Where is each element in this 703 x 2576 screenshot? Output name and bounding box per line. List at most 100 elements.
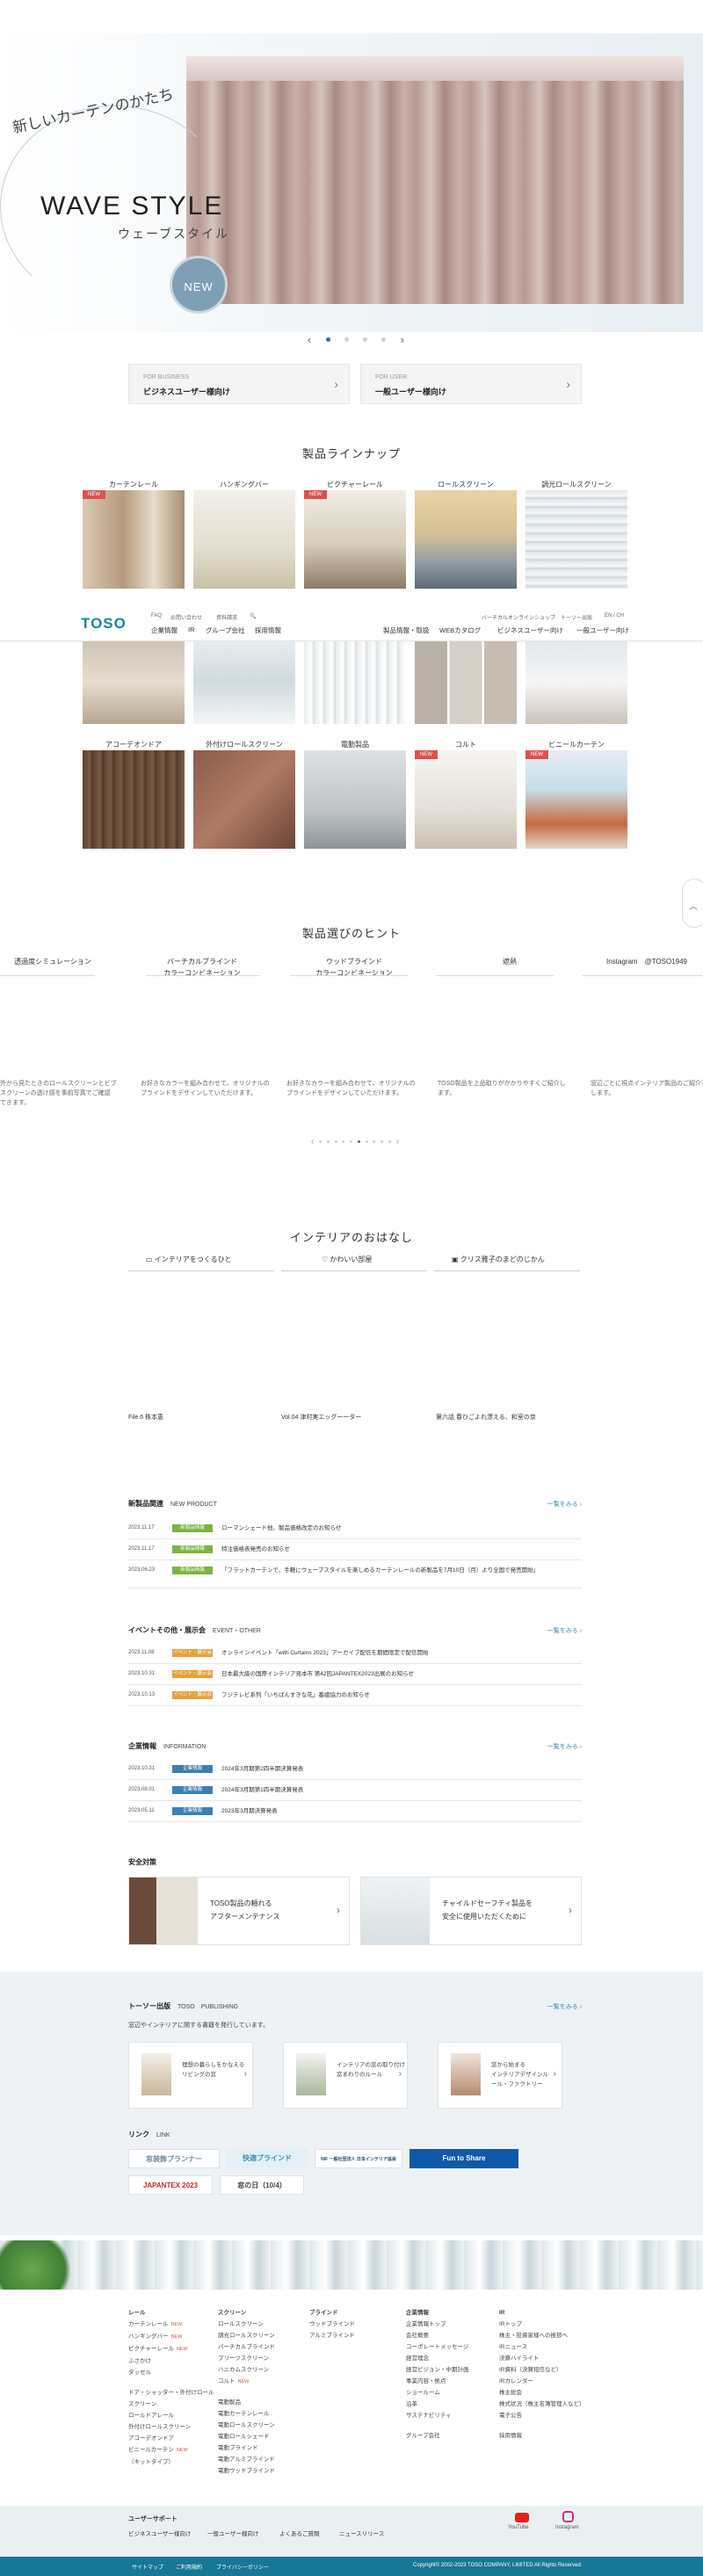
product-card[interactable]	[304, 633, 406, 752]
footer-link[interactable]: サステナビリティ	[406, 2410, 503, 2421]
instagram-label[interactable]: Instagram	[555, 2525, 579, 2530]
slider-dot[interactable]	[325, 336, 330, 342]
link-banner[interactable]: 窓装飾プランナー	[128, 2149, 220, 2168]
footer-link[interactable]: グループ会社	[406, 2430, 503, 2442]
link-banner[interactable]: JAPANTEX 2023	[128, 2175, 213, 2195]
product-card[interactable]	[193, 633, 295, 752]
product-card[interactable]: カーテンレール NEW	[83, 480, 185, 599]
pager-dot[interactable]	[342, 1140, 345, 1143]
footer-link[interactable]: ドア・シャッター・外付けロール	[128, 2387, 216, 2399]
footer-link[interactable]: 決算ハイライト	[499, 2353, 596, 2364]
footer-link[interactable]: ロールドアレール	[128, 2410, 216, 2421]
footer-link[interactable]: （キットタイプ）	[128, 2457, 216, 2468]
bottom-link[interactable]: 一般ユーザー様向け	[207, 2529, 258, 2537]
hint-link[interactable]: Instagram @TOSO1949	[606, 956, 703, 967]
product-card[interactable]	[525, 633, 627, 752]
search-icon[interactable]: 🔍	[250, 613, 256, 619]
news-row[interactable]: 2023.08.01 企業情報 2024年3月期第1四半期決算発表	[128, 1782, 582, 1801]
product-card[interactable]: 外付けロールスクリーン	[193, 740, 295, 859]
child-safety-card[interactable]: チャイルドセーフティ製品を 安全に使用いただくために ›	[360, 1877, 582, 1945]
footer-link[interactable]: 電動ブラインド	[218, 2442, 306, 2454]
news-row[interactable]: 2023.11.08 イベント・展示会 オンラインイベント「with Curta…	[128, 1645, 582, 1664]
footer-link[interactable]: 電動ロールスクリーン	[218, 2420, 306, 2431]
footer-column-heading[interactable]: ブラインド	[309, 2307, 397, 2319]
after-maintenance-card[interactable]: TOSO製品の頼れる アフターメンテナンス ›	[128, 1877, 350, 1945]
chevron-left-icon[interactable]: ‹	[311, 1137, 314, 1147]
footer-link[interactable]: 企業情報トップ	[406, 2319, 503, 2330]
news-row[interactable]: 2023.11.17 新製品情報 ローマンシェード他、製品価格改定のお知らせ	[128, 1520, 582, 1539]
nav-shop-link[interactable]: バーチカルオンラインショップ	[482, 613, 555, 621]
footer-link[interactable]: 株主・投資家様への挨拶へ	[499, 2330, 596, 2341]
story-link[interactable]: Vol.04 津村実エッグー一ター	[281, 1413, 361, 1422]
footer-link[interactable]: アコーデオンドア	[128, 2433, 216, 2444]
youtube-label[interactable]: YouTube	[508, 2525, 529, 2530]
footer-link[interactable]: バーチカルブラインド	[218, 2341, 306, 2353]
footer-link[interactable]: 採用情報	[499, 2430, 596, 2442]
pager-dot[interactable]	[326, 1140, 330, 1143]
more-link[interactable]: 一覧をみる ›	[547, 1742, 582, 1751]
footer-column-heading[interactable]: スクリーン	[218, 2307, 306, 2319]
footer-link[interactable]: IRカレンダー	[499, 2376, 596, 2387]
footer-link[interactable]: スクリーン	[128, 2399, 216, 2410]
footer-column-heading[interactable]: レール	[128, 2307, 216, 2319]
book-card[interactable]: 理想の暮らしをかなえる リビングの窓 ›	[128, 2042, 253, 2109]
footer-link[interactable]: 調光ロールスクリーン	[218, 2330, 306, 2341]
more-link[interactable]: 一覧をみる ›	[547, 2002, 582, 2011]
chevron-right-icon[interactable]: ›	[396, 1137, 399, 1147]
nav-faq-link[interactable]: FAQ	[151, 613, 162, 619]
product-card[interactable]	[415, 633, 517, 752]
footer-link[interactable]: ふさかけ	[128, 2355, 216, 2367]
slider-prev-icon[interactable]: ‹	[308, 333, 311, 346]
footer-link[interactable]: IRトップ	[499, 2319, 596, 2330]
footer-link[interactable]: 事業内容・拠点	[406, 2376, 503, 2387]
news-row[interactable]: 2023.10.13 イベント・展示会 フジテレビ系列「いちばんすきな花」番組協…	[128, 1687, 582, 1706]
product-card[interactable]: コルト NEW	[415, 740, 517, 859]
news-row[interactable]: 2023.10.31 企業情報 2024年3月期第2四半期決算発表	[128, 1761, 582, 1780]
pager-dot[interactable]	[365, 1140, 368, 1143]
footer-link[interactable]: 電子公告	[499, 2410, 596, 2421]
tab-cute-room[interactable]: ♡ かわいい部屋	[322, 1255, 372, 1264]
pager-dot[interactable]	[388, 1140, 391, 1143]
hint-link[interactable]: 透過度シミュレーション	[0, 956, 105, 967]
footer-link[interactable]: 電動ウッドブラインド	[218, 2465, 306, 2477]
book-card[interactable]: インテリアの窓の取り付け 窓まわりのルール ›	[283, 2042, 408, 2109]
footer-link[interactable]: ビニールカーテン NEW	[128, 2444, 216, 2457]
footer-link[interactable]: 株式状況（株主名簿管理人など）	[499, 2399, 596, 2410]
footer-link[interactable]: ピクチャーレール NEW	[128, 2343, 216, 2355]
footer-link[interactable]: カーテンレール NEW	[128, 2319, 216, 2331]
footer-link[interactable]: コーポレートメッセージ	[406, 2341, 503, 2353]
footer-link[interactable]: 株主総会	[499, 2387, 596, 2399]
pager-dot[interactable]	[373, 1140, 376, 1143]
product-card[interactable]: 電動製品	[304, 740, 406, 859]
news-row[interactable]: 2023.10.31 イベント・展示会 日本最大級の国際インテリア見本市 第42…	[128, 1666, 582, 1685]
pager-dot[interactable]	[350, 1140, 353, 1143]
nav-publishing-link[interactable]: トーソー出版	[561, 613, 592, 621]
footer-link[interactable]: ショールーム	[406, 2387, 503, 2399]
sitemap-link[interactable]: サイトマップ	[132, 2563, 163, 2571]
business-user-button[interactable]: FOR BUSINESS ビジネスユーザー様向け ›	[128, 364, 350, 404]
slider-next-icon[interactable]: ›	[401, 333, 404, 346]
link-banner[interactable]: 窓の日（10/4）	[220, 2175, 304, 2195]
slider-dot[interactable]	[381, 336, 387, 342]
nav-contact-link[interactable]: お問い合わせ	[170, 613, 202, 621]
instagram-icon[interactable]	[562, 2511, 574, 2522]
product-card[interactable]: 調光ロールスクリーン	[525, 480, 627, 599]
footer-link[interactable]: 電動カーテンレール	[218, 2408, 306, 2420]
book-card[interactable]: 窓から始まる インテリアデザインル ール・ファクトリー ›	[438, 2042, 562, 2109]
footer-link[interactable]: ハニカムスクリーン	[218, 2364, 306, 2376]
footer-link[interactable]: ロールスクリーン	[218, 2319, 306, 2330]
youtube-icon[interactable]	[515, 2513, 529, 2522]
product-card[interactable]: ハンギングバー	[193, 480, 295, 599]
news-row[interactable]: 2023.11.17 新製品情報 特注価格表発売のお知らせ	[128, 1541, 582, 1560]
hero-curtain-photo[interactable]	[186, 56, 684, 304]
footer-link[interactable]: IRニュース	[499, 2341, 596, 2353]
product-card[interactable]: ビニールカーテン NEW	[525, 740, 627, 859]
nav-language-link[interactable]: EN / CH	[605, 613, 624, 619]
slider-dot[interactable]	[363, 336, 368, 342]
footer-link[interactable]: 外付けロールスクリーン	[128, 2421, 216, 2433]
pager-dot[interactable]	[334, 1140, 337, 1143]
story-link[interactable]: 第六話 春ひごよれ漂える、和室の京	[436, 1413, 536, 1422]
link-banner[interactable]: Fun to Share	[409, 2149, 518, 2168]
pager-dot[interactable]	[357, 1140, 360, 1143]
product-card[interactable]: ピクチャーレール NEW	[304, 480, 406, 599]
